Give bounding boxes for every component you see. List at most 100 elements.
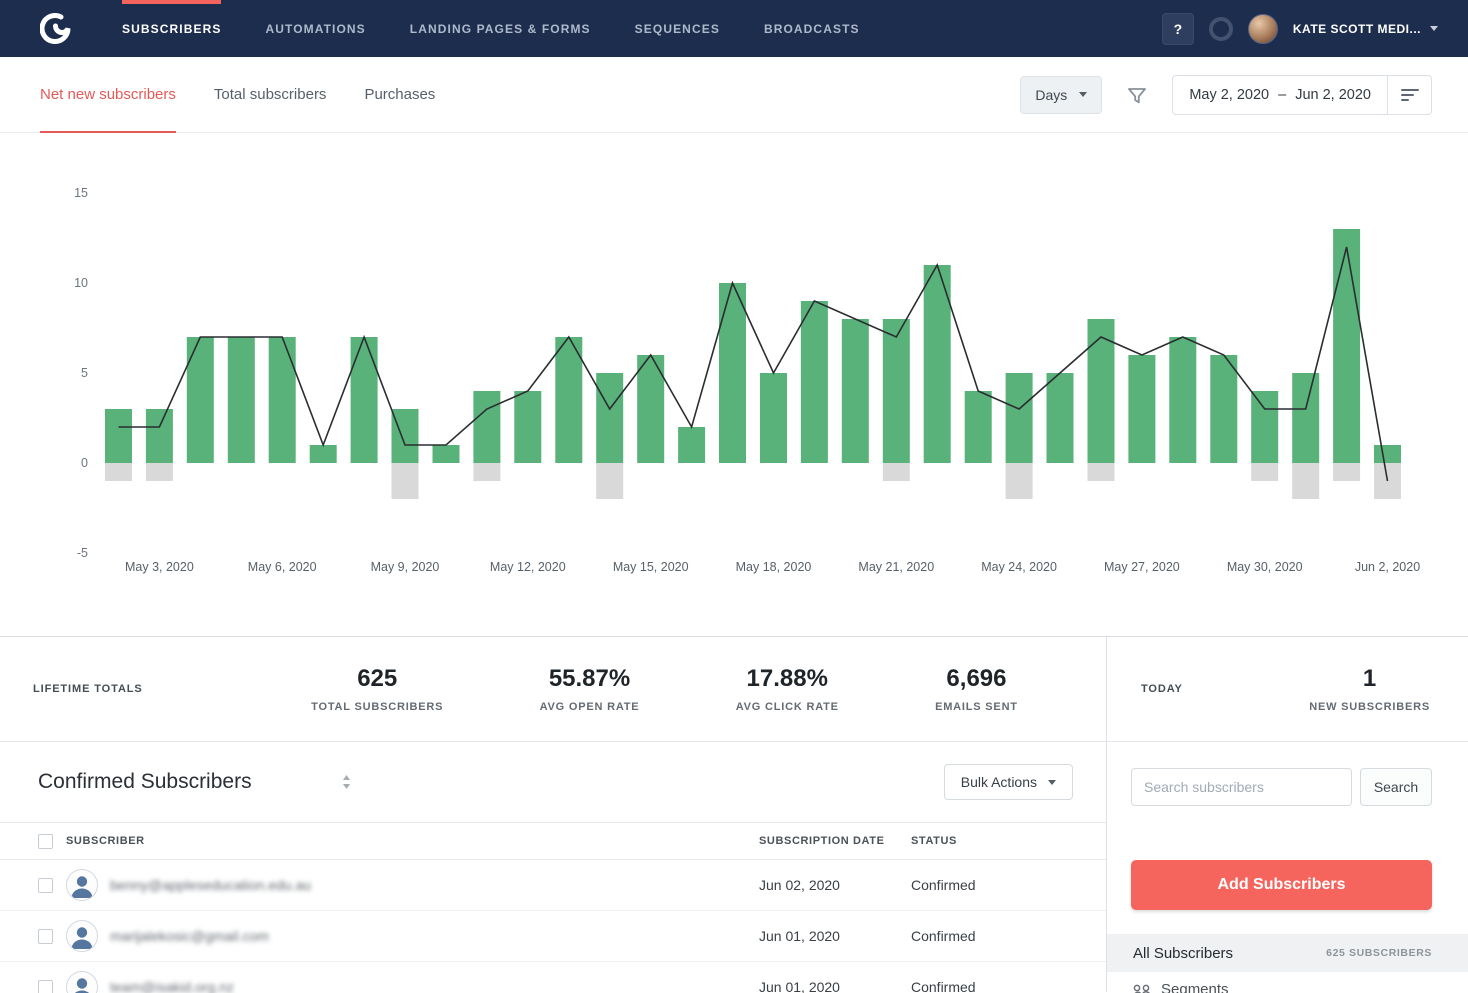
sidebar-item-all-subscribers[interactable]: All Subscribers 625 SUBSCRIBERS [1107,934,1468,972]
nav-item-broadcasts[interactable]: BROADCASTS [764,0,860,57]
chevron-down-icon [1079,92,1087,97]
svg-text:May 15, 2020: May 15, 2020 [613,560,689,574]
svg-text:May 12, 2020: May 12, 2020 [490,560,566,574]
subscription-date: Jun 01, 2020 [759,979,899,993]
account-menu[interactable]: KATE SCOTT MEDI... [1293,22,1438,36]
column-header-status: STATUS [911,835,1091,847]
tab-net-new-subscribers[interactable]: Net new subscribers [40,57,176,133]
chevron-down-icon [1430,26,1438,31]
subscriber-avatar-icon [66,971,98,993]
svg-text:15: 15 [74,186,88,200]
row-checkbox[interactable] [38,980,53,993]
nav-item-landing-pages-forms[interactable]: LANDING PAGES & FORMS [410,0,591,57]
stat-label: AVG OPEN RATE [540,701,640,713]
primary-nav: SUBSCRIBERS AUTOMATIONS LANDING PAGES & … [122,0,904,57]
date-range-input[interactable]: May 2, 2020 – Jun 2, 2020 [1173,87,1387,103]
stat-avg-click-rate: 17.88% AVG CLICK RATE [736,665,839,713]
subscription-date: Jun 02, 2020 [759,877,899,893]
logo-swirl-icon [40,13,72,45]
subscription-date: Jun 01, 2020 [759,928,899,944]
chart-controls: Days May 2, 2020 – Jun 2, 2020 [1020,75,1432,115]
sidebar-body: Search Add Subscribers All Subscribers 6… [1107,742,1468,993]
lifetime-stats: 625 TOTAL SUBSCRIBERS 55.87% AVG OPEN RA… [193,665,1106,713]
date-range-control: May 2, 2020 – Jun 2, 2020 [1172,75,1432,115]
stat-label: TOTAL SUBSCRIBERS [311,701,443,713]
all-subscribers-count: 625 SUBSCRIBERS [1326,947,1432,959]
stat-label: NEW SUBSCRIBERS [1309,701,1430,713]
select-all-checkbox[interactable] [38,834,53,849]
svg-text:May 24, 2020: May 24, 2020 [981,560,1057,574]
interval-select[interactable]: Days [1020,76,1102,114]
svg-text:May 27, 2020: May 27, 2020 [1104,560,1180,574]
interval-select-value: Days [1035,87,1067,103]
stat-value: 55.87% [540,665,640,693]
svg-text:May 9, 2020: May 9, 2020 [371,560,440,574]
status-value: Confirmed [911,979,1091,993]
svg-text:5: 5 [81,366,88,380]
help-button[interactable]: ? [1162,13,1194,45]
sort-arrows-icon [342,774,351,790]
table-row[interactable]: team@isakid.org.nz Jun 01, 2020 Confirme… [0,962,1106,993]
stat-label: EMAILS SENT [935,701,1018,713]
convertkit-logo[interactable] [40,13,72,45]
svg-text:Jun 2, 2020: Jun 2, 2020 [1355,560,1420,574]
subscriber-search: Search [1131,768,1432,806]
net-new-subscribers-chart[interactable]: 151050-5May 3, 2020May 6, 2020May 9, 202… [0,133,1468,636]
subscriber-email[interactable]: marijalekosic@gmail.com [110,928,747,944]
svg-text:-5: -5 [77,546,88,560]
row-checkbox[interactable] [38,929,53,944]
date-range-end: Jun 2, 2020 [1295,87,1371,103]
stat-value: 17.88% [736,665,839,693]
subscriber-avatar-icon [66,869,98,901]
sort-toggle-button[interactable] [342,774,351,790]
column-header-date: SUBSCRIPTION DATE [759,835,899,847]
search-input[interactable] [1131,768,1352,806]
top-nav: SUBSCRIBERS AUTOMATIONS LANDING PAGES & … [0,0,1468,57]
date-range-separator: – [1278,87,1286,103]
sort-lines-icon [1401,87,1419,103]
svg-text:May 21, 2020: May 21, 2020 [858,560,934,574]
stat-emails-sent: 6,696 EMAILS SENT [935,665,1018,713]
main-column: LIFETIME TOTALS 625 TOTAL SUBSCRIBERS 55… [0,637,1106,992]
list-title: Confirmed Subscribers [38,770,252,794]
bulk-actions-label: Bulk Actions [961,774,1037,790]
nav-item-sequences[interactable]: SEQUENCES [635,0,720,57]
chart-canvas[interactable]: 151050-5May 3, 2020May 6, 2020May 9, 202… [8,133,1460,603]
tab-purchases[interactable]: Purchases [364,57,435,133]
stat-avg-open-rate: 55.87% AVG OPEN RATE [540,665,640,713]
nav-right-cluster: ? KATE SCOTT MEDI... [1162,13,1438,45]
subscriber-email[interactable]: team@isakid.org.nz [110,979,747,993]
lower-panels: LIFETIME TOTALS 625 TOTAL SUBSCRIBERS 55… [0,636,1468,992]
segments-icon [1133,983,1151,993]
filter-button[interactable] [1126,84,1148,106]
table-row[interactable]: marijalekosic@gmail.com Jun 01, 2020 Con… [0,911,1106,962]
nav-item-subscribers[interactable]: SUBSCRIBERS [122,0,221,57]
date-options-button[interactable] [1387,76,1431,114]
search-button[interactable]: Search [1360,768,1432,806]
tab-total-subscribers[interactable]: Total subscribers [214,57,327,133]
svg-text:May 18, 2020: May 18, 2020 [736,560,812,574]
sidebar-item-segments[interactable]: Segments [1107,972,1468,993]
today-panel: TODAY 1 NEW SUBSCRIBERS [1107,637,1468,742]
stat-label: AVG CLICK RATE [736,701,839,713]
table-header-row: SUBSCRIBER SUBSCRIPTION DATE STATUS [0,822,1106,860]
add-subscribers-button[interactable]: Add Subscribers [1131,860,1432,910]
nav-item-automations[interactable]: AUTOMATIONS [265,0,365,57]
subscriber-email[interactable]: benny@appleseducation.edu.au [110,877,747,893]
status-value: Confirmed [911,928,1091,944]
row-checkbox[interactable] [38,878,53,893]
stat-value: 6,696 [935,665,1018,693]
stat-value: 625 [311,665,443,693]
table-row[interactable]: benny@appleseducation.edu.au Jun 02, 202… [0,860,1106,911]
date-range-start: May 2, 2020 [1189,87,1269,103]
column-header-subscriber: SUBSCRIBER [66,835,747,847]
status-value: Confirmed [911,877,1091,893]
svg-text:10: 10 [74,276,88,290]
account-name: KATE SCOTT MEDI... [1293,22,1421,36]
right-sidebar: TODAY 1 NEW SUBSCRIBERS Search Add Subsc… [1106,637,1468,992]
stat-total-subscribers: 625 TOTAL SUBSCRIBERS [311,665,443,713]
account-avatar[interactable] [1248,14,1278,44]
svg-text:May 3, 2020: May 3, 2020 [125,560,194,574]
svg-text:0: 0 [81,456,88,470]
bulk-actions-button[interactable]: Bulk Actions [944,764,1073,800]
